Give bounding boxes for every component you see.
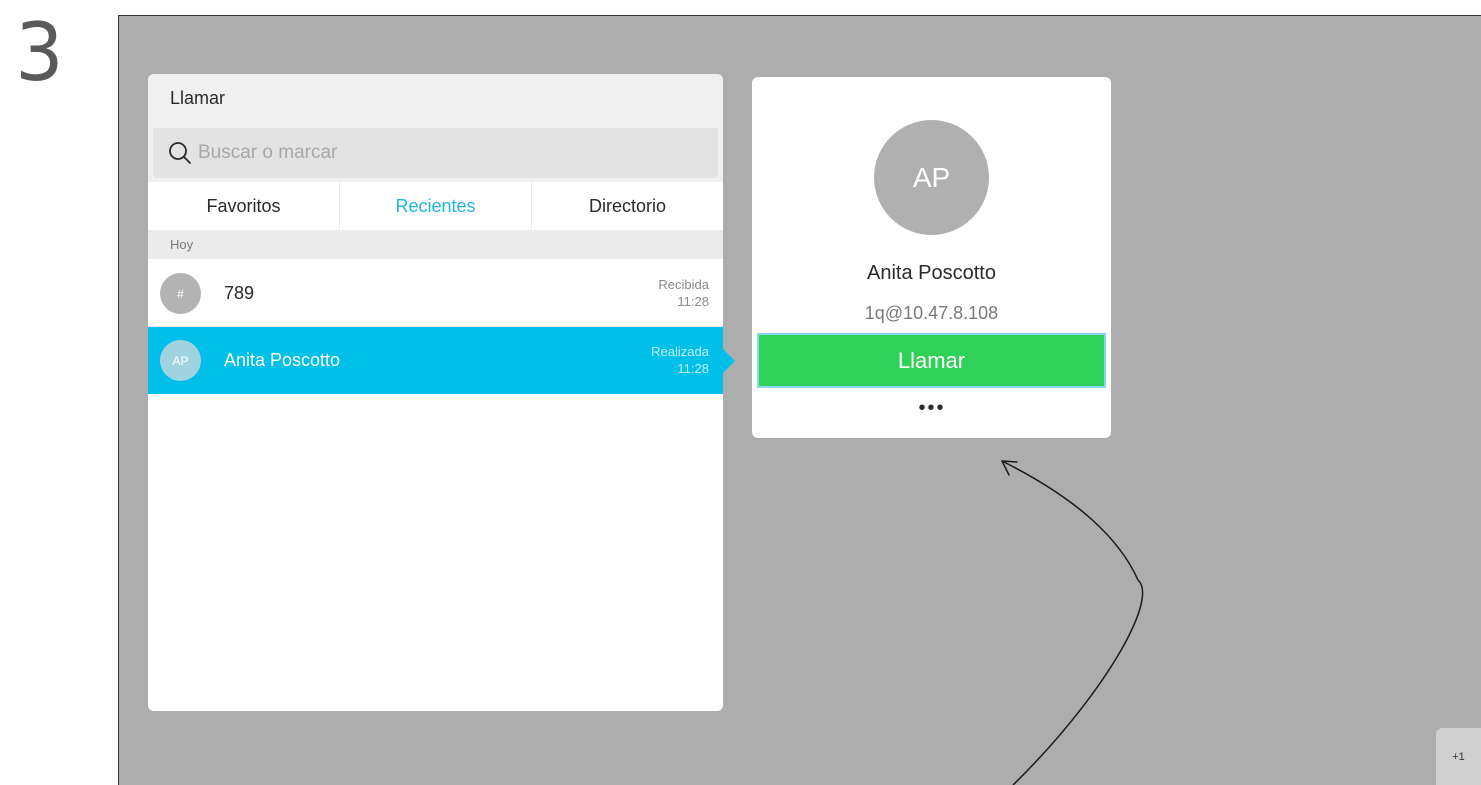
annotation-arrow — [1001, 460, 1144, 785]
notification-badge[interactable]: +1 — [1436, 728, 1481, 785]
